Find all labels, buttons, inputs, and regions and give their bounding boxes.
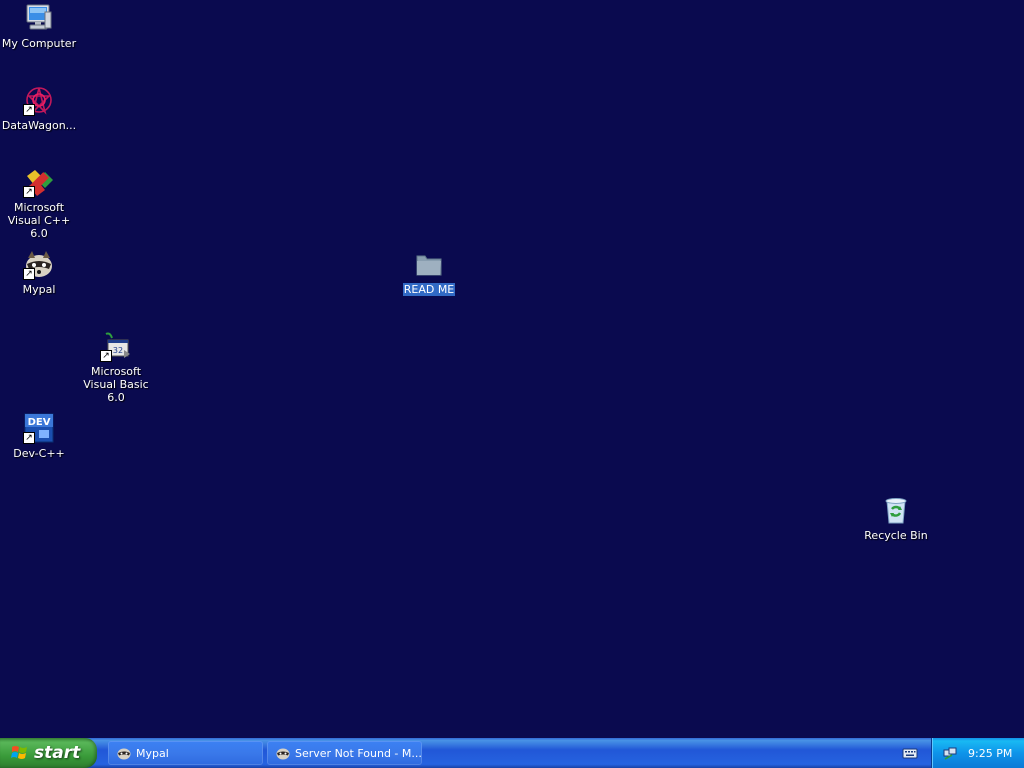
start-label: start — [34, 743, 81, 763]
desktop-icon-datawagon[interactable]: ↗ DataWagon... — [0, 84, 78, 132]
shortcut-arrow-icon: ↗ — [23, 268, 35, 280]
svg-text:DEV: DEV — [28, 417, 51, 428]
desktop-icon-label: Mypal — [22, 283, 56, 296]
desktop-icon-visual-basic[interactable]: 32 ↗ Microsoft Visual Basic 6.0 — [77, 330, 155, 404]
visual-cpp-icon: ↗ — [23, 166, 55, 198]
desktop-icon-label: Microsoft Visual C++ 6.0 — [7, 201, 71, 240]
desktop[interactable]: My Computer ↗ DataWagon... ↗ Microsoft V… — [0, 0, 1024, 738]
shortcut-arrow-icon: ↗ — [100, 350, 112, 362]
dev-cpp-icon: DEV ↗ — [23, 412, 55, 444]
desktop-icon-mypal[interactable]: ↗ Mypal — [0, 248, 78, 296]
recycle-bin-icon — [880, 494, 912, 526]
shortcut-arrow-icon: ↗ — [23, 432, 35, 444]
svg-text:32: 32 — [113, 346, 123, 355]
desktop-icon-visual-cpp[interactable]: ↗ Microsoft Visual C++ 6.0 — [0, 166, 78, 240]
taskbar-button-server-not-found[interactable]: Server Not Found - M... — [267, 741, 422, 765]
system-tray: 9:25 PM — [931, 738, 1024, 768]
visual-basic-icon: 32 ↗ — [100, 330, 132, 362]
desktop-icon-readme[interactable]: READ ME — [390, 248, 468, 296]
desktop-icon-dev-cpp[interactable]: DEV ↗ Dev-C++ — [0, 412, 78, 460]
desktop-icon-recycle-bin[interactable]: Recycle Bin — [857, 494, 935, 542]
desktop-icon-label: Recycle Bin — [864, 529, 928, 542]
computer-icon — [23, 2, 55, 34]
taskbar: start Mypal Server Not Found - M... 9:25… — [0, 738, 1024, 768]
datawagon-icon: ↗ — [23, 84, 55, 116]
network-icon[interactable] — [942, 745, 958, 761]
clock[interactable]: 9:25 PM — [968, 747, 1012, 760]
taskbar-button-mypal[interactable]: Mypal — [108, 741, 263, 765]
mypal-raccoon-icon: ↗ — [23, 248, 55, 280]
desktop-icon-label: Dev-C++ — [13, 447, 65, 460]
taskbar-button-label: Server Not Found - M... — [295, 746, 422, 760]
start-button[interactable]: start — [0, 738, 97, 768]
desktop-icon-label: Microsoft Visual Basic 6.0 — [83, 365, 149, 404]
desktop-icon-my-computer[interactable]: My Computer — [0, 2, 78, 50]
shortcut-arrow-icon: ↗ — [23, 186, 35, 198]
windows-logo-icon — [11, 746, 27, 759]
folder-icon — [413, 248, 445, 280]
shortcut-arrow-icon: ↗ — [23, 104, 35, 116]
keyboard-icon[interactable] — [902, 745, 918, 761]
desktop-icon-label: READ ME — [402, 283, 456, 296]
mypal-raccoon-icon — [276, 748, 290, 760]
taskbar-button-label: Mypal — [136, 746, 169, 760]
desktop-icon-label: DataWagon... — [1, 119, 77, 132]
desktop-icon-label: My Computer — [1, 37, 77, 50]
mypal-raccoon-icon — [117, 748, 131, 760]
